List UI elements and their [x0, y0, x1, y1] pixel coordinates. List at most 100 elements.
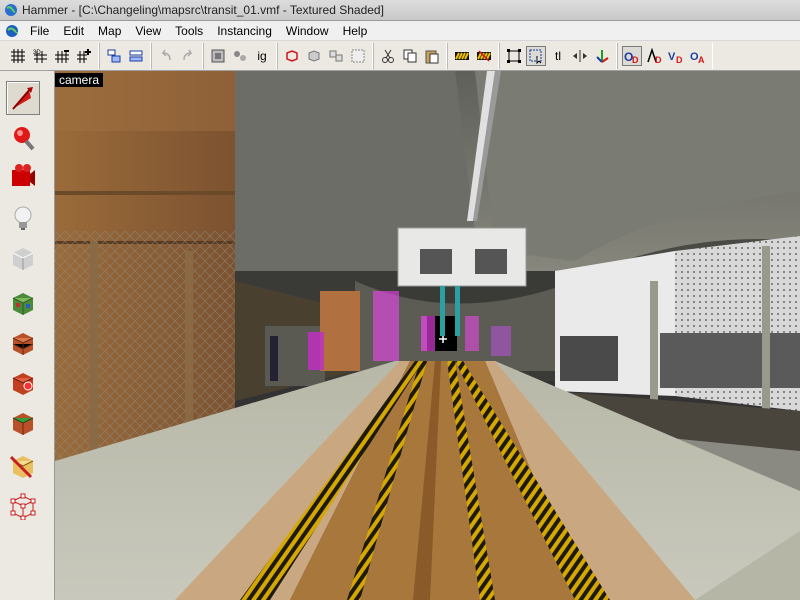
window-title: Hammer - [C:\Changeling\mapsrc\transit_0… [22, 3, 384, 17]
undo-redo [151, 42, 203, 69]
cordon-button[interactable] [348, 46, 368, 66]
axes-icon [596, 49, 609, 63]
larger-grid-button[interactable] [74, 46, 94, 66]
menu-help[interactable]: Help [336, 21, 375, 41]
texture-application-tool[interactable] [6, 286, 40, 320]
undo-button[interactable] [156, 46, 176, 66]
scissors-icon [382, 49, 394, 63]
decal-tool[interactable] [6, 366, 40, 400]
group-button[interactable] [208, 46, 228, 66]
face-align-icon [573, 49, 587, 62]
overlay-icon: D [647, 47, 662, 64]
cordon-icon [351, 49, 365, 62]
texture-tools [447, 42, 499, 69]
models-icon [129, 50, 143, 61]
toggle-grid-button[interactable] [8, 46, 28, 66]
toggle-area-portals-button[interactable]: OA [688, 46, 708, 66]
ignore-groups-button[interactable]: ig [252, 46, 272, 66]
decal-cube-icon [12, 373, 34, 395]
svg-text:D: D [655, 55, 662, 64]
light-bulb-icon [14, 206, 32, 230]
toggle-3d-grid-button[interactable]: 3D [30, 46, 50, 66]
overlay-cube-icon [12, 413, 34, 435]
menu-file[interactable]: File [23, 21, 56, 41]
clip-cube-icon [9, 455, 34, 479]
area-portal-icon: OA [690, 51, 705, 64]
menu-view[interactable]: View [128, 21, 168, 41]
hide-unselected-icon [308, 49, 320, 62]
paste-icon [425, 50, 439, 63]
pointer-arrow-icon [12, 87, 33, 110]
grid-3d-icon: 3D [33, 50, 47, 63]
cut-button[interactable] [378, 46, 398, 66]
redo-icon [183, 49, 193, 60]
texture-lock-button[interactable] [452, 46, 472, 66]
svg-text:3D: 3D [33, 50, 41, 56]
undo-icon [161, 49, 171, 60]
svg-text:D: D [632, 55, 639, 64]
toggle-helpers-button[interactable] [104, 46, 124, 66]
ungroup-button[interactable] [230, 46, 250, 66]
selection-tool[interactable] [6, 81, 40, 115]
overlay-tool[interactable] [6, 406, 40, 440]
viewport-label: camera [55, 73, 104, 87]
visgroup-tools [277, 42, 373, 69]
entity-tool[interactable] [6, 201, 40, 235]
svg-text:D: D [676, 55, 683, 64]
menu-map[interactable]: Map [91, 21, 128, 41]
hide-selected-button[interactable] [282, 46, 302, 66]
show-all-button[interactable] [326, 46, 346, 66]
redo-button[interactable] [178, 46, 198, 66]
camera-viewport[interactable]: camera [55, 71, 800, 600]
toggle-decals-button[interactable]: OD [622, 45, 642, 66]
camera-tool[interactable] [6, 159, 40, 193]
face-alignment-button[interactable] [570, 46, 590, 66]
svg-text:A: A [698, 55, 705, 64]
brick-cube-icon [12, 333, 34, 355]
title-bar[interactable]: Hammer - [C:\Changeling\mapsrc\transit_0… [0, 0, 800, 21]
menu-instancing[interactable]: Instancing [210, 21, 279, 41]
grid-icon [11, 48, 25, 63]
selection-cursor-icon [529, 49, 542, 64]
block-icon [12, 248, 34, 270]
menu-window[interactable]: Window [279, 21, 336, 41]
toggle-overlays-button[interactable]: D [644, 46, 664, 66]
menu-tools[interactable]: Tools [168, 21, 210, 41]
menu-edit[interactable]: Edit [56, 21, 91, 41]
decal-icon: OD [624, 50, 639, 64]
magnify-tool[interactable] [6, 121, 40, 155]
select-by-handles-button[interactable] [526, 45, 546, 66]
grid-minus-icon [55, 49, 69, 63]
show-all-icon [329, 50, 343, 61]
group-tools: ig [203, 42, 277, 69]
texture-scaling-lock-button[interactable] [474, 46, 494, 66]
hide-unselected-button[interactable] [304, 46, 324, 66]
toggle-models-button[interactable] [126, 46, 146, 66]
grid-plus-icon [77, 48, 91, 63]
clipboard-tools [373, 42, 447, 69]
texture-application-button[interactable]: tl [548, 46, 568, 66]
menu-bar: File Edit Map View Tools Instancing Wind… [0, 21, 800, 41]
camera-icon [12, 164, 35, 186]
hide-selected-icon [286, 49, 298, 62]
textured-scene [55, 71, 800, 600]
grid-tools: 3D [4, 42, 99, 69]
bounding-box-icon [507, 48, 521, 63]
toggle-vertex-button[interactable]: VD [666, 46, 686, 66]
selection-tools: tl [499, 42, 617, 69]
paste-button[interactable] [422, 46, 442, 66]
copy-button[interactable] [400, 46, 420, 66]
clipping-tool[interactable] [6, 449, 40, 483]
main-toolbar: 3D ig tl OD D VD OA [0, 41, 800, 71]
vertex-tool[interactable] [6, 489, 40, 523]
hammer-globe-icon [5, 4, 17, 16]
entity-axes-button[interactable] [592, 46, 612, 66]
texture-lock-icon [455, 51, 469, 60]
texture-scale-lock-icon [477, 49, 491, 62]
select-box-button[interactable] [504, 46, 524, 66]
block-tool[interactable] [6, 241, 40, 275]
document-globe-icon[interactable] [5, 24, 19, 38]
smaller-grid-button[interactable] [52, 46, 72, 66]
apply-current-texture-tool[interactable] [6, 326, 40, 360]
texture-application-label: tl [555, 48, 561, 63]
